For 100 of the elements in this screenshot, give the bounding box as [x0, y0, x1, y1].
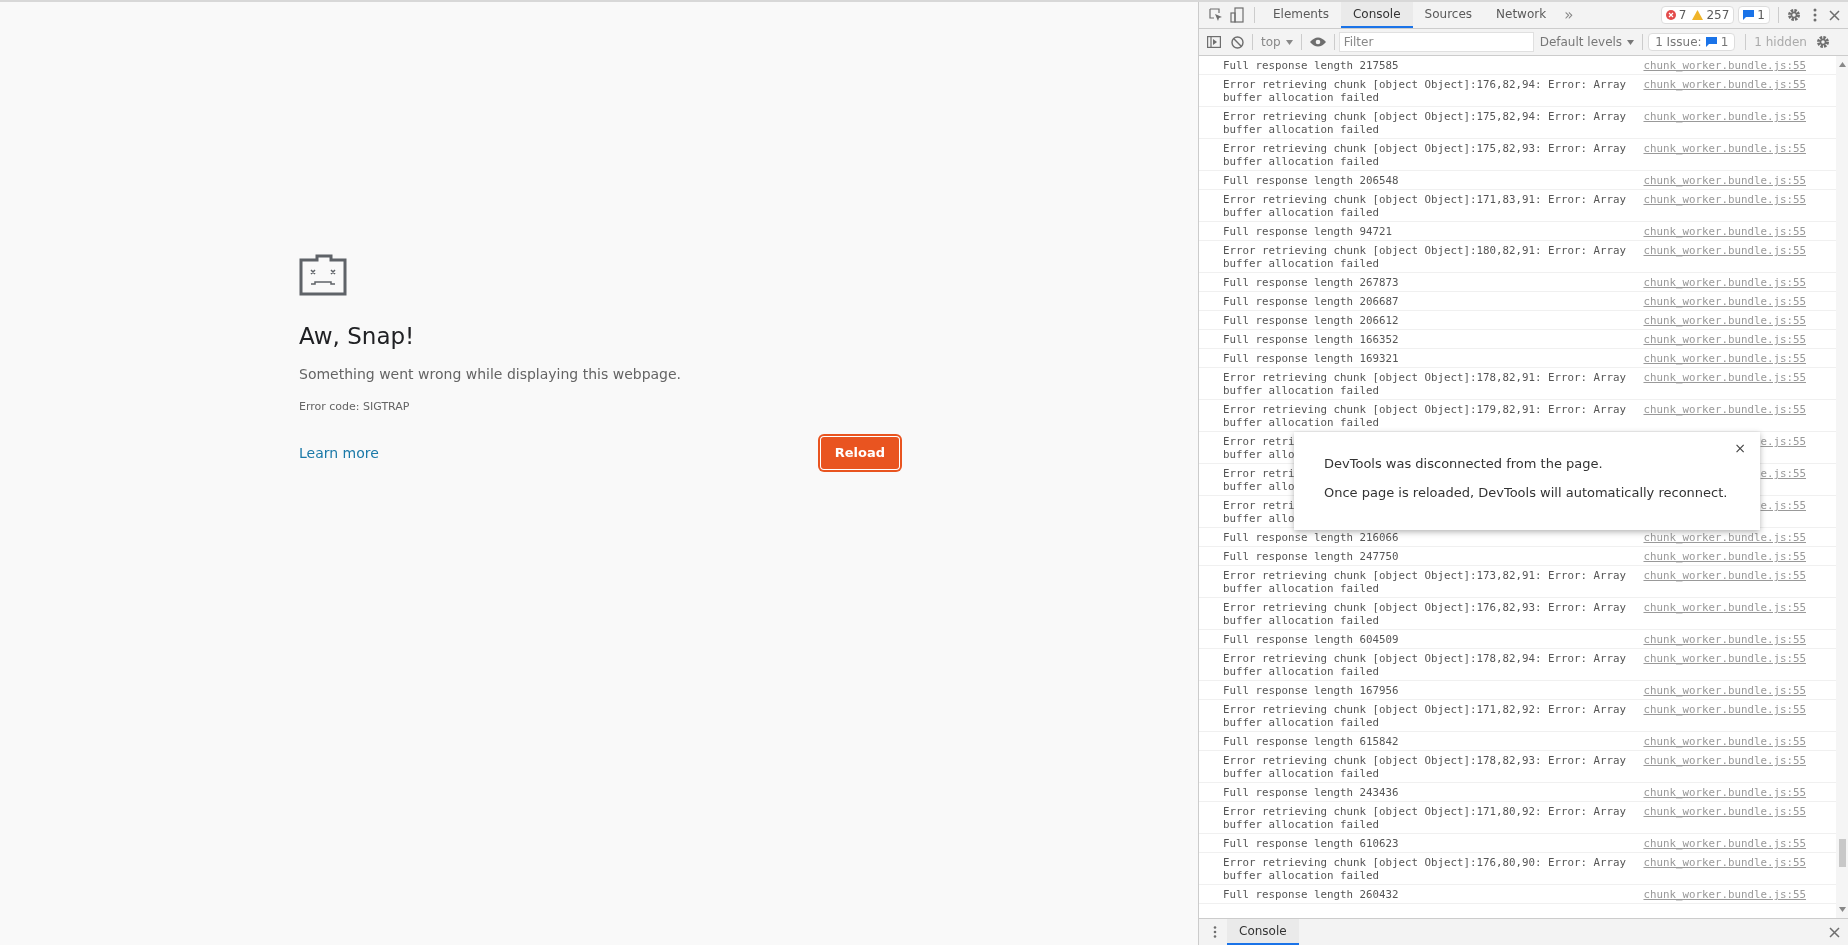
- filter-field[interactable]: Filter: [1338, 32, 1534, 52]
- dialog-text: Once page is reloaded, DevTools will automatically reconnect.: [1324, 483, 1729, 502]
- log-message: Error retrieving chunk [object Object]:176,82,93: Error: Array buffer allocation failed: [1223, 601, 1627, 627]
- scroll-down-icon[interactable]: [1838, 907, 1846, 912]
- log-message: Error retrieving chunk [object Object]:179,82,91: Error: Array buffer allocation failed: [1223, 403, 1627, 429]
- source-link[interactable]: chunk_worker.bundle.js:55: [1643, 569, 1806, 582]
- source-link[interactable]: e.js:55: [1760, 499, 1806, 512]
- log-message: Error retri buffer allo: [1223, 435, 1295, 461]
- scrollbar[interactable]: [1836, 56, 1848, 918]
- devtools-tab[interactable]: Elements: [1261, 2, 1341, 28]
- log-message: Full response length 167956: [1223, 684, 1399, 697]
- kebab-menu-icon[interactable]: [1813, 8, 1817, 22]
- log-message: Error retrieving chunk [object Object]:176,82,94: Error: Array buffer allocation failed: [1223, 78, 1627, 104]
- scroll-up-icon[interactable]: [1838, 62, 1846, 67]
- source-link[interactable]: chunk_worker.bundle.js:55: [1643, 110, 1806, 123]
- source-link[interactable]: chunk_worker.bundle.js:55: [1643, 142, 1806, 155]
- source-link[interactable]: chunk_worker.bundle.js:55: [1643, 295, 1806, 308]
- inspect-icon[interactable]: [1209, 8, 1223, 22]
- source-link[interactable]: chunk_worker.bundle.js:55: [1643, 805, 1806, 818]
- log-message: Full response length 169321: [1223, 352, 1399, 365]
- learn-more-link[interactable]: Learn more: [299, 442, 379, 464]
- source-link[interactable]: chunk_worker.bundle.js:55: [1643, 276, 1806, 289]
- source-link[interactable]: chunk_worker.bundle.js:55: [1643, 531, 1806, 544]
- message-icon: [1705, 37, 1717, 47]
- log-message: Full response length 615842: [1223, 735, 1399, 748]
- source-link[interactable]: chunk_worker.bundle.js:55: [1643, 703, 1806, 716]
- error-warning-counter[interactable]: 7 257: [1660, 6, 1735, 24]
- error-icon: [1665, 10, 1676, 20]
- log-message: Full response length 206687: [1223, 295, 1399, 308]
- source-link[interactable]: chunk_worker.bundle.js:55: [1643, 59, 1806, 72]
- devtools-tab[interactable]: Network: [1484, 2, 1559, 28]
- device-icon[interactable]: [1230, 7, 1244, 23]
- log-message: Full response length 260432: [1223, 888, 1399, 901]
- kebab-menu-icon[interactable]: [1213, 926, 1217, 938]
- log-message: Full response length 243436: [1223, 786, 1399, 799]
- source-link[interactable]: e.js:55: [1760, 467, 1806, 480]
- log-message: Error retrieving chunk [object Object]:173,82,91: Error: Array buffer allocation failed: [1223, 569, 1627, 595]
- hidden-count: 1 hidden: [1754, 34, 1807, 51]
- source-link[interactable]: chunk_worker.bundle.js:55: [1643, 371, 1806, 384]
- sad-folder-icon: [299, 254, 347, 296]
- scrollbar-thumb[interactable]: [1838, 839, 1846, 867]
- sidebar-toggle-icon[interactable]: [1207, 36, 1221, 48]
- more-tabs-button[interactable]: »: [1564, 3, 1574, 27]
- source-link[interactable]: chunk_worker.bundle.js:55: [1643, 174, 1806, 187]
- eye-icon[interactable]: [1309, 37, 1326, 47]
- context-selector[interactable]: top: [1261, 33, 1293, 51]
- close-icon[interactable]: [1829, 926, 1840, 938]
- source-link[interactable]: chunk_worker.bundle.js:55: [1643, 333, 1806, 346]
- log-message: Error retrieving chunk [object Object]:176,80,90: Error: Array buffer allocation failed: [1223, 856, 1627, 882]
- source-link[interactable]: chunk_worker.bundle.js:55: [1643, 314, 1806, 327]
- log-message: Error retrieving chunk [object Object]:178,82,91: Error: Array buffer allocation failed: [1223, 371, 1627, 397]
- source-link[interactable]: chunk_worker.bundle.js:55: [1643, 888, 1806, 901]
- issues-button[interactable]: 1 Issue: 1: [1648, 33, 1736, 51]
- log-message: Full response length 267873: [1223, 276, 1399, 289]
- log-message: Error retri buffer allo: [1223, 467, 1295, 493]
- log-message: Full response length 166352: [1223, 333, 1399, 346]
- reload-button[interactable]: Reload: [820, 437, 899, 469]
- source-link[interactable]: chunk_worker.bundle.js:55: [1643, 403, 1806, 416]
- source-link[interactable]: chunk_worker.bundle.js:55: [1643, 786, 1806, 799]
- log-message: Full response length 216066: [1223, 531, 1399, 544]
- messages-counter[interactable]: 1: [1738, 6, 1770, 24]
- log-message: Full response length 247750: [1223, 550, 1399, 563]
- source-link[interactable]: chunk_worker.bundle.js:55: [1643, 78, 1806, 91]
- clear-console-icon[interactable]: [1231, 35, 1244, 49]
- source-link[interactable]: chunk_worker.bundle.js:55: [1643, 735, 1806, 748]
- source-link[interactable]: chunk_worker.bundle.js:55: [1643, 856, 1806, 869]
- source-link[interactable]: chunk_worker.bundle.js:55: [1643, 633, 1806, 646]
- log-message: Full response length 604509: [1223, 633, 1399, 646]
- source-link[interactable]: chunk_worker.bundle.js:55: [1643, 244, 1806, 257]
- dropdown-caret-icon: [1627, 39, 1635, 45]
- log-message: Error retrieving chunk [object Object]:171,83,91: Error: Array buffer allocation failed: [1223, 193, 1627, 219]
- warning-icon: [1692, 10, 1704, 20]
- close-icon[interactable]: [1829, 9, 1840, 21]
- dropdown-caret-icon: [1285, 39, 1293, 45]
- source-link[interactable]: chunk_worker.bundle.js:55: [1643, 225, 1806, 238]
- log-message: Full response length 206548: [1223, 174, 1399, 187]
- log-message: Full response length 217585: [1223, 59, 1399, 72]
- source-link[interactable]: chunk_worker.bundle.js:55: [1643, 837, 1806, 850]
- warning-count: 257: [1706, 7, 1730, 24]
- source-link[interactable]: chunk_worker.bundle.js:55: [1643, 754, 1806, 767]
- devtools-tab[interactable]: Sources: [1412, 2, 1485, 28]
- source-link[interactable]: chunk_worker.bundle.js:55: [1643, 601, 1806, 614]
- source-link[interactable]: e.js:55: [1760, 435, 1806, 448]
- error-title: Aw, Snap!: [299, 322, 416, 351]
- dialog-text: DevTools was disconnected from the page.: [1324, 455, 1604, 473]
- log-message: Full response length 94721: [1223, 225, 1392, 238]
- devtools-tab[interactable]: Console: [1340, 2, 1413, 28]
- drawer-tab[interactable]: Console: [1227, 919, 1299, 945]
- log-message: Error retri buffer allo: [1223, 499, 1295, 525]
- dialog-close-button[interactable]: ×: [1734, 438, 1746, 459]
- source-link[interactable]: chunk_worker.bundle.js:55: [1643, 652, 1806, 665]
- log-message: Full response length 206612: [1223, 314, 1399, 327]
- source-link[interactable]: chunk_worker.bundle.js:55: [1643, 684, 1806, 697]
- settings-icon[interactable]: [1815, 35, 1830, 49]
- source-link[interactable]: chunk_worker.bundle.js:55: [1643, 352, 1806, 365]
- settings-icon[interactable]: [1787, 8, 1801, 22]
- source-link[interactable]: chunk_worker.bundle.js:55: [1643, 193, 1806, 206]
- source-link[interactable]: chunk_worker.bundle.js:55: [1643, 550, 1806, 563]
- log-message: Error retrieving chunk [object Object]:175,82,94: Error: Array buffer allocation failed: [1223, 110, 1627, 136]
- levels-dropdown[interactable]: Default levels: [1539, 33, 1635, 51]
